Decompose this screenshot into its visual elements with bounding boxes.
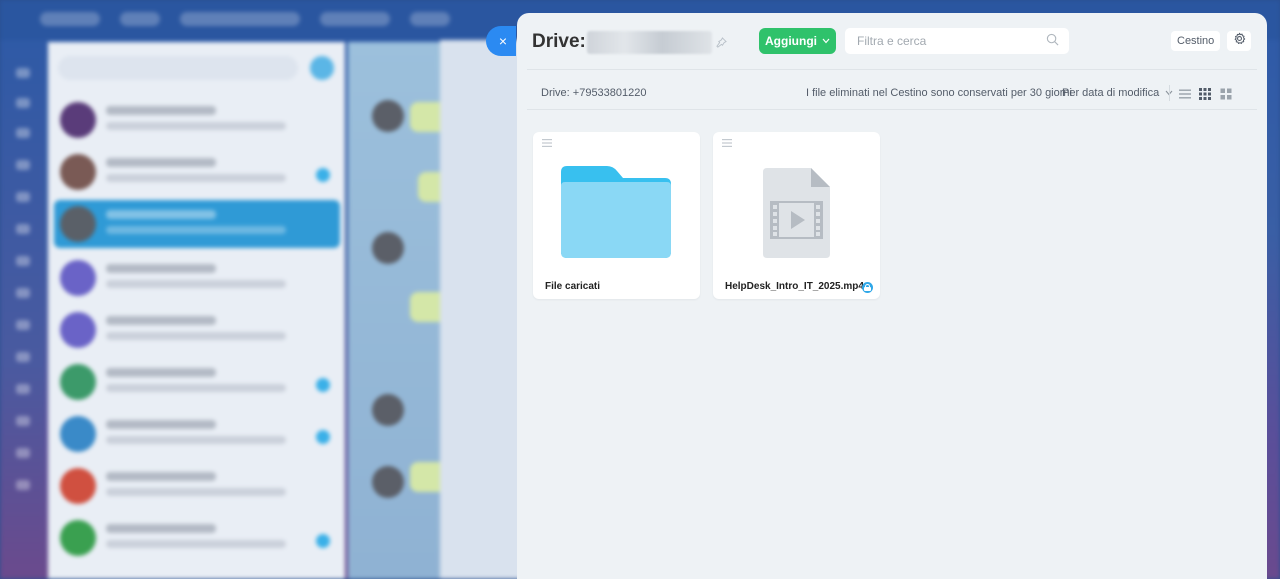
add-button-label: Aggiungi [765,34,817,48]
item-name: File caricati [545,281,601,292]
pin-icon[interactable] [716,37,727,51]
search-input[interactable] [855,33,1039,49]
retention-note: I file eliminati nel Cestino sono conser… [806,87,1072,99]
item-name: HelpDesk_Intro_IT_2025.mp4 [725,281,864,292]
drive-header: Drive: Aggiungi Cestino [517,13,1267,69]
add-button[interactable]: Aggiungi [759,28,836,54]
grid-view-icon[interactable] [1198,87,1212,101]
drive-toolbar: Drive: +79533801220 I file eliminati nel… [517,79,1267,109]
trash-button[interactable]: Cestino [1171,31,1221,51]
folder-card[interactable]: File caricati [533,132,700,299]
drive-id-label: Drive: +79533801220 [541,87,647,99]
shared-user-icon [862,282,873,293]
trash-button-label: Cestino [1177,35,1215,47]
drag-handle-icon[interactable] [722,139,732,150]
redacted-drive-name [587,31,712,54]
page-title: Drive: [532,31,586,52]
gear-icon [1233,32,1246,50]
bg-leftnav [0,40,45,579]
settings-button[interactable] [1227,31,1251,51]
folder-icon [561,166,671,258]
toolbar-separator [1169,85,1170,101]
close-icon: × [498,33,508,49]
sort-label: Per data di modifica [1062,87,1160,99]
header-divider [527,69,1257,70]
list-view-icon[interactable] [1178,87,1192,101]
file-card[interactable]: HelpDesk_Intro_IT_2025.mp4 [713,132,880,299]
close-panel-button[interactable]: × [486,26,516,56]
large-grid-view-icon[interactable] [1219,87,1233,101]
chevron-down-icon [822,36,830,46]
filter-search-field[interactable] [845,28,1069,54]
drag-handle-icon[interactable] [542,139,552,150]
toolbar-divider [527,109,1257,110]
video-file-icon [763,168,830,258]
drive-panel: Drive: Aggiungi Cestino Drive: +795 [517,13,1267,579]
sort-dropdown[interactable]: Per data di modifica [1062,87,1173,99]
search-icon [1046,33,1059,49]
